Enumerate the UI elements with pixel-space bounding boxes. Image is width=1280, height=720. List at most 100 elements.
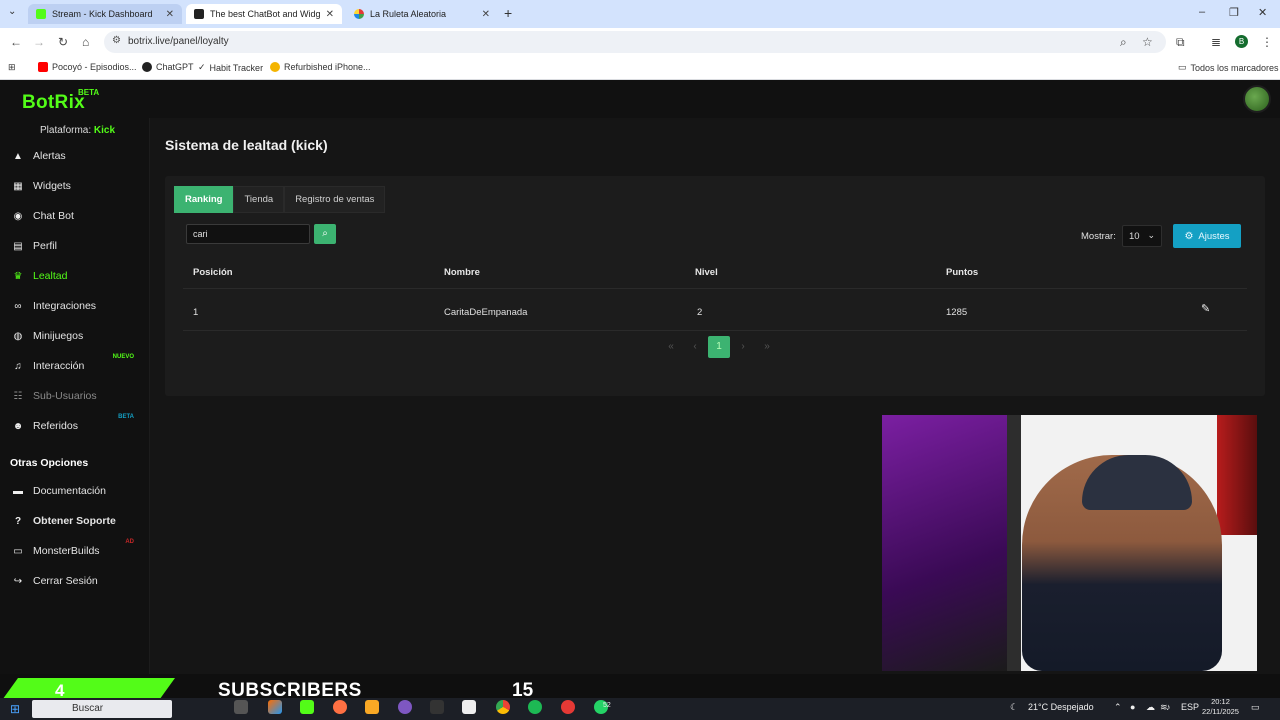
bookmark-chatgpt[interactable]: ChatGPT xyxy=(142,62,194,72)
zoom-icon[interactable]: ⌕ xyxy=(1120,35,1127,50)
per-page-select[interactable]: 10 ⌄ xyxy=(1122,225,1162,247)
file-explorer-icon[interactable] xyxy=(365,700,379,714)
spotify-icon[interactable] xyxy=(528,700,542,714)
volume-icon[interactable]: ♪ xyxy=(1166,702,1171,712)
close-tab-icon[interactable]: ✕ xyxy=(166,9,174,20)
reading-list-icon[interactable]: ≣ xyxy=(1211,35,1221,49)
profile-avatar[interactable]: B xyxy=(1235,35,1248,48)
minimize-icon[interactable]: – xyxy=(1199,6,1205,18)
all-bookmarks[interactable]: ▭ Todos los marcadores xyxy=(1178,62,1279,73)
windows-start-icon[interactable]: ⊞ xyxy=(10,702,20,716)
task-view-icon[interactable] xyxy=(234,700,248,714)
tab-registro-ventas[interactable]: Registro de ventas xyxy=(284,186,386,213)
sidebar-item-referidos[interactable]: ☻ Referidos BETA xyxy=(12,414,142,436)
browser-tab-ruleta[interactable]: La Ruleta Aleatoria ✕ xyxy=(346,4,498,24)
obs-icon[interactable] xyxy=(398,700,412,714)
forward-icon[interactable]: → xyxy=(33,35,45,49)
firefox-icon[interactable] xyxy=(333,700,347,714)
new-tab-icon[interactable]: + xyxy=(504,5,512,21)
loyalty-tabs: Ranking Tienda Registro de ventas xyxy=(174,186,386,213)
taskbar-clock[interactable]: 20:12 22/11/2025 xyxy=(1202,697,1239,717)
back-icon[interactable]: ← xyxy=(10,35,22,49)
media-app-icon[interactable] xyxy=(561,700,575,714)
address-bar[interactable]: ⚙ botrix.live/panel/loyalty xyxy=(104,31,1166,53)
column-header-level[interactable]: Nivel xyxy=(695,267,718,278)
sidebar-item-chatbot[interactable]: ◉ Chat Bot xyxy=(12,206,142,226)
cell-points: 1285 xyxy=(946,307,968,318)
bookmark-star-icon[interactable]: ☆ xyxy=(1142,35,1153,49)
column-header-position[interactable]: Posición xyxy=(193,267,233,278)
prev-page-icon[interactable]: ‹ xyxy=(683,336,707,358)
edit-pencil-icon[interactable]: ✎ xyxy=(1201,302,1210,315)
beta-badge: BETA xyxy=(118,414,134,420)
sidebar-item-alertas[interactable]: ▲ Alertas xyxy=(12,146,142,166)
site-info-icon[interactable]: ⚙ xyxy=(112,35,121,46)
column-header-name[interactable]: Nombre xyxy=(444,267,480,278)
beta-badge: BETA xyxy=(78,88,100,97)
bookmark-label: Pocoyó - Episodios... xyxy=(52,62,137,72)
sidebar-item-label: Chat Bot xyxy=(33,210,74,222)
column-header-points[interactable]: Puntos xyxy=(946,267,978,278)
restore-icon[interactable]: ❐ xyxy=(1229,6,1239,19)
sidebar-item-label: Perfil xyxy=(33,240,57,252)
bookmark-refurbished[interactable]: Refurbished iPhone... xyxy=(270,62,371,72)
sidebar-item-documentacion[interactable]: ▬ Documentación xyxy=(12,481,142,501)
pagination: « ‹ 1 › » xyxy=(659,336,779,358)
cell-level: 2 xyxy=(697,307,703,318)
davinci-icon[interactable] xyxy=(430,700,444,714)
browser-tab-botrix[interactable]: The best ChatBot and Widgets ✕ xyxy=(186,4,342,24)
sidebar-item-monsterbuilds[interactable]: ▭ MonsterBuilds AD xyxy=(12,539,142,561)
settings-button[interactable]: ⚙ Ajustes xyxy=(1173,224,1241,248)
search-input[interactable] xyxy=(186,224,310,244)
kick-app-icon[interactable] xyxy=(300,700,314,714)
folder-icon: ▭ xyxy=(1178,62,1187,72)
weather-text[interactable]: 21°C Despejado xyxy=(1028,702,1094,712)
mic-icon[interactable]: ● xyxy=(1130,702,1135,712)
tab-search-chevron-icon[interactable]: ⌄ xyxy=(8,6,16,17)
next-page-icon[interactable]: › xyxy=(731,336,755,358)
first-page-icon[interactable]: « xyxy=(659,336,683,358)
sidebar-item-widgets[interactable]: ▦ Widgets xyxy=(12,176,142,196)
clock-date: 22/11/2025 xyxy=(1202,707,1239,716)
close-tab-icon[interactable]: ✕ xyxy=(482,9,490,20)
last-page-icon[interactable]: » xyxy=(755,336,779,358)
copilot-icon[interactable] xyxy=(268,700,282,714)
sidebar-item-interaccion[interactable]: ♫ Interacción NUEVO xyxy=(12,354,142,376)
tab-tienda[interactable]: Tienda xyxy=(233,186,285,213)
bookmark-pocoyo[interactable]: Pocoyó - Episodios... xyxy=(38,62,137,72)
home-icon[interactable]: ⌂ xyxy=(82,35,89,49)
language-indicator[interactable]: ESP xyxy=(1181,702,1199,712)
tab-ranking[interactable]: Ranking xyxy=(174,186,234,213)
close-tab-icon[interactable]: ✕ xyxy=(326,9,334,20)
sidebar-item-cerrar-sesion[interactable]: ↪ Cerrar Sesión xyxy=(12,571,142,591)
tray-chevron-icon[interactable]: ⌃ xyxy=(1114,702,1122,713)
trophy-icon: ♛ xyxy=(13,270,23,282)
browser-tab-kick-dashboard[interactable]: Stream - Kick Dashboard ✕ xyxy=(28,4,182,24)
menu-dots-icon[interactable]: ⋮ xyxy=(1261,35,1273,49)
chatgpt-icon xyxy=(142,62,152,72)
sidebar-item-lealtad[interactable]: ♛ Lealtad xyxy=(12,266,142,286)
sidebar-item-integraciones[interactable]: ∞ Integraciones xyxy=(12,296,142,316)
sidebar-item-soporte[interactable]: ? Obtener Soporte xyxy=(12,511,142,531)
user-avatar[interactable] xyxy=(1243,85,1271,113)
kick-icon xyxy=(36,9,46,19)
sidebar-item-sub-usuarios[interactable]: ☷ Sub-Usuarios xyxy=(12,386,142,406)
new-badge: NUEVO xyxy=(112,354,134,360)
sidebar-item-label: Interacción xyxy=(33,360,85,372)
bookmark-habit-tracker[interactable]: ✓ Habit Tracker xyxy=(198,62,263,73)
taskbar-search[interactable]: Buscar xyxy=(32,700,172,718)
sidebar-item-minijuegos[interactable]: ◍ Minijuegos xyxy=(12,326,142,346)
page-current[interactable]: 1 xyxy=(708,336,730,358)
notifications-icon[interactable]: ▭ xyxy=(1251,702,1260,713)
capcut-icon[interactable] xyxy=(462,700,476,714)
extensions-icon[interactable]: ⧉ xyxy=(1176,35,1185,50)
cloud-icon[interactable]: ☁ xyxy=(1146,702,1155,713)
reload-icon[interactable]: ↻ xyxy=(58,35,68,49)
search-button[interactable]: ⌕ xyxy=(314,224,336,244)
botrix-logo[interactable]: BotRix xyxy=(22,92,85,114)
sidebar-item-perfil[interactable]: ▤ Perfil xyxy=(12,236,142,256)
page-title: Sistema de lealtad (kick) xyxy=(165,137,328,153)
apps-grid-icon[interactable]: ⊞ xyxy=(8,62,16,73)
close-window-icon[interactable]: ✕ xyxy=(1258,6,1267,19)
chrome-icon[interactable] xyxy=(496,700,510,714)
